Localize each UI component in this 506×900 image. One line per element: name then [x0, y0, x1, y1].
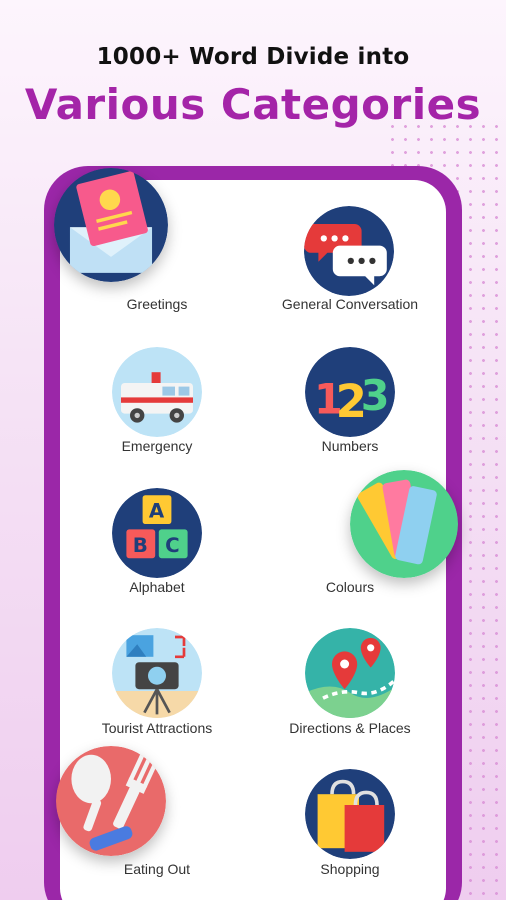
- spoon-fork-icon[interactable]: [56, 746, 166, 856]
- svg-text:C: C: [165, 534, 180, 557]
- svg-text:A: A: [149, 500, 165, 523]
- category-label-colours[interactable]: Colours: [250, 579, 450, 595]
- camera-tripod-icon[interactable]: [112, 628, 202, 718]
- svg-text:3: 3: [361, 372, 390, 420]
- svg-text:B: B: [133, 534, 148, 557]
- headline-top: 1000+ Word Divide into: [96, 44, 410, 70]
- ambulance-icon[interactable]: [112, 347, 202, 437]
- chat-bubbles-icon[interactable]: [304, 206, 394, 296]
- greeting-card-icon[interactable]: [54, 168, 168, 282]
- category-label-eating-out[interactable]: Eating Out: [57, 861, 257, 877]
- shopping-bags-icon[interactable]: [305, 769, 395, 859]
- color-swatches-icon[interactable]: [350, 470, 458, 578]
- category-label-greetings[interactable]: Greetings: [57, 296, 257, 312]
- map-pins-icon[interactable]: [305, 628, 395, 718]
- category-label-alphabet[interactable]: Alphabet: [57, 579, 257, 595]
- category-label-directions-places[interactable]: Directions & Places: [250, 720, 450, 736]
- category-label-emergency[interactable]: Emergency: [57, 438, 257, 454]
- headline-main: Various Categories: [24, 80, 482, 129]
- category-label-numbers[interactable]: Numbers: [250, 438, 450, 454]
- category-label-shopping[interactable]: Shopping: [250, 861, 450, 877]
- category-label-general-conversation[interactable]: General Conversation: [250, 296, 450, 312]
- numbers-123-icon[interactable]: 1 2 3: [305, 347, 395, 437]
- category-label-tourist-attractions[interactable]: Tourist Attractions: [57, 720, 257, 736]
- abc-blocks-icon[interactable]: A B C: [112, 488, 202, 578]
